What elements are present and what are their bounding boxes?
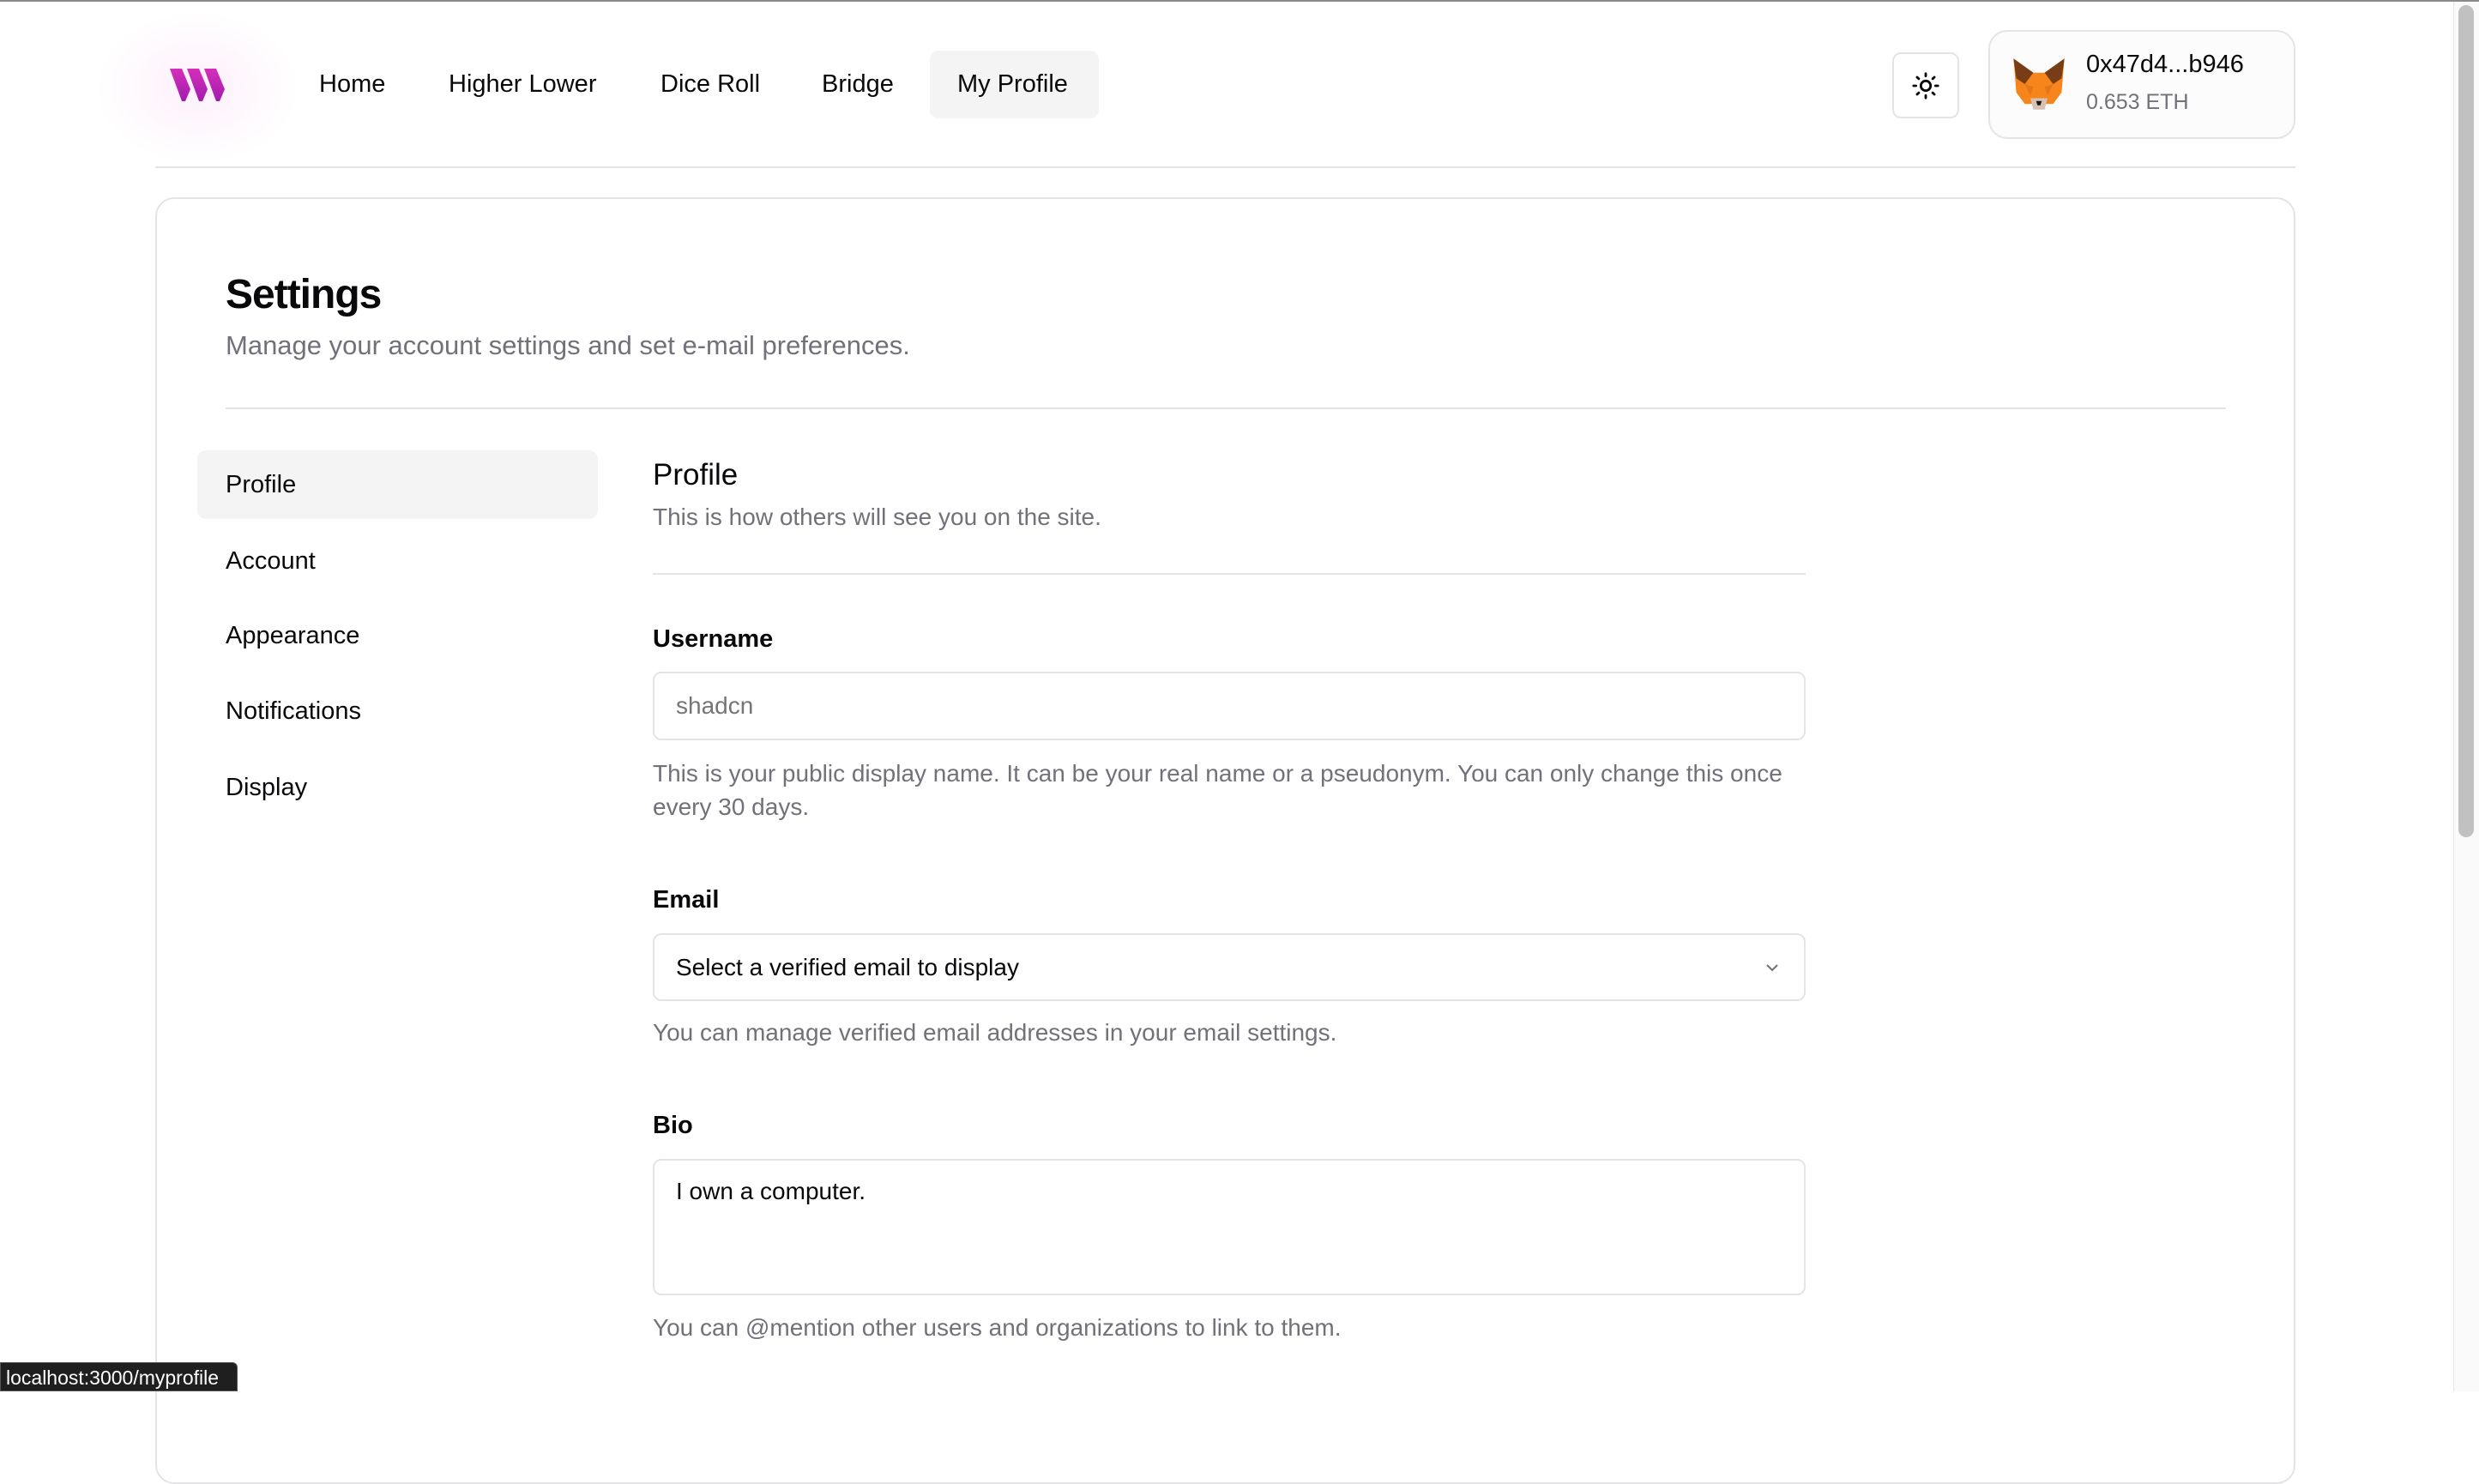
email-select[interactable]: Select a verified email to display (653, 933, 1806, 1001)
bio-help: You can @mention other users and organiz… (653, 1314, 1342, 1341)
header-divider (155, 166, 2295, 168)
wallet-balance: 0.653 ETH (2086, 90, 2189, 114)
sidebar-item-display[interactable]: Display (197, 753, 598, 822)
sidebar-item-notifications[interactable]: Notifications (197, 677, 598, 745)
email-help: You can manage verified email addresses … (653, 1019, 1337, 1046)
scrollbar-thumb[interactable] (2458, 5, 2474, 837)
nav-bridge[interactable]: Bridge (794, 51, 921, 118)
nav-my-profile[interactable]: My Profile (930, 51, 1099, 118)
theme-toggle-button[interactable] (1892, 52, 1959, 118)
section-title: Profile (653, 458, 739, 492)
nav-dice-roll[interactable]: Dice Roll (633, 51, 787, 118)
chevron-down-icon (1766, 963, 1778, 971)
email-select-value: Select a verified email to display (676, 953, 1019, 980)
page-subtitle: Manage your account settings and set e-m… (226, 330, 910, 360)
wallet-address: 0x47d4...b946 (2086, 51, 2244, 78)
page-title: Settings (226, 272, 382, 317)
nav-higher-lower[interactable]: Higher Lower (421, 51, 624, 118)
username-label: Username (653, 625, 774, 653)
section-description: This is how others will see you on the s… (653, 504, 1101, 530)
section-divider (653, 573, 1806, 575)
logo[interactable] (168, 67, 226, 103)
username-help: This is your public display name. It can… (653, 760, 1782, 820)
nav-home[interactable]: Home (292, 51, 413, 118)
sun-icon (1912, 71, 1939, 100)
status-bar-url: localhost:3000/myprofile (0, 1362, 238, 1391)
sidebar-item-account[interactable]: Account (197, 527, 598, 595)
email-label: Email (653, 886, 720, 914)
sidebar-item-appearance[interactable]: Appearance (197, 601, 598, 670)
wallet-button[interactable]: 0x47d4...b946 0.653 ETH (1988, 30, 2295, 139)
sidebar-item-profile[interactable]: Profile (197, 450, 598, 519)
metamask-fox-icon (2013, 58, 2065, 110)
username-input[interactable] (653, 672, 1806, 740)
bio-textarea[interactable]: I own a computer. (653, 1159, 1806, 1295)
settings-divider (226, 407, 2226, 409)
bio-label: Bio (653, 1112, 693, 1139)
bio-value: I own a computer. (676, 1178, 866, 1204)
